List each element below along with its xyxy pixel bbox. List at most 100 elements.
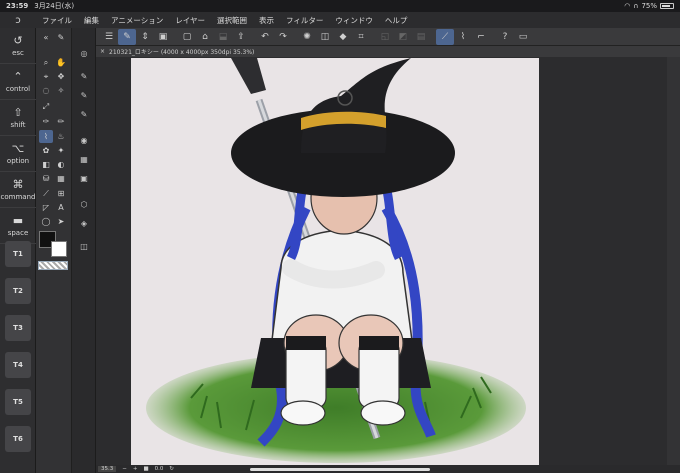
frame-border-icon[interactable]: ⊞: [54, 187, 68, 200]
rotate-icon[interactable]: ↻: [169, 466, 174, 472]
clear-icon[interactable]: ▤: [412, 29, 430, 45]
zoom-value[interactable]: 35.3: [98, 466, 117, 472]
home-indicator[interactable]: [250, 468, 430, 471]
t3-key[interactable]: T3: [5, 315, 31, 341]
t1-key[interactable]: T1: [5, 241, 31, 267]
close-icon[interactable]: ×: [100, 48, 105, 55]
navigator-icon[interactable]: ◫: [77, 240, 91, 253]
magic-wand-icon[interactable]: ✧: [54, 84, 68, 97]
stepper-icon[interactable]: ⇕: [136, 29, 154, 45]
decoration-icon[interactable]: ✿: [39, 144, 53, 157]
t5-key[interactable]: T5: [5, 389, 31, 415]
menu-layer[interactable]: レイヤー: [169, 15, 211, 26]
open-folder-icon[interactable]: ⌂: [196, 29, 214, 45]
layer-icon[interactable]: ◈: [77, 217, 91, 230]
eraser-icon[interactable]: ◧: [39, 158, 53, 171]
menu-help[interactable]: ヘルプ: [379, 15, 414, 26]
airbrush-icon[interactable]: ♨: [54, 130, 68, 143]
menu-filter[interactable]: フィルター: [280, 15, 329, 26]
document-tab[interactable]: × 210321_ロキシー (4000 x 4000px 350dpi 35.3…: [96, 46, 680, 57]
new-file-icon[interactable]: ▢: [178, 29, 196, 45]
ruler-snap-icon[interactable]: ⟋: [436, 28, 454, 45]
right-panel-strip[interactable]: [667, 57, 680, 467]
brush-snap-icon[interactable]: ⌇: [454, 29, 472, 45]
gradient-icon[interactable]: ▦: [54, 172, 68, 185]
selection-layer-icon[interactable]: ◩: [394, 29, 412, 45]
share-icon[interactable]: ⇪: [232, 29, 250, 45]
zoom-out-icon[interactable]: −: [122, 466, 127, 472]
t4-key[interactable]: T4: [5, 352, 31, 378]
esc-key[interactable]: ↺ esc: [0, 28, 36, 64]
hamburger-icon[interactable]: ☰: [100, 29, 118, 45]
tool-pen-edit-icon[interactable]: ✎: [54, 31, 68, 44]
menu-file[interactable]: ファイル: [36, 15, 78, 26]
edge-keyboard: ↺ esc ⌃ control ⇧ shift ⌥ option ⌘ command ▬ s…: [0, 28, 36, 473]
brush-size-icon[interactable]: ✎: [77, 89, 91, 102]
battery-fill: [662, 5, 670, 7]
control-icon: ⌃: [13, 70, 23, 83]
app-logo-icon[interactable]: ↄ: [0, 15, 36, 26]
correction-icon[interactable]: ➤: [54, 215, 68, 228]
magnifier-icon[interactable]: ⌕: [39, 56, 53, 69]
text-icon[interactable]: A: [54, 201, 68, 214]
space-bar-icon: ▬: [12, 214, 24, 227]
lasso-icon[interactable]: ◌: [39, 84, 53, 97]
artboard[interactable]: [131, 58, 539, 467]
t6-key[interactable]: T6: [5, 426, 31, 452]
spinner-icon[interactable]: ✺: [298, 29, 316, 45]
sparkle-icon[interactable]: ✦: [54, 144, 68, 157]
sub-color-swatch[interactable]: [51, 241, 67, 257]
move-icon[interactable]: ✥: [54, 70, 68, 83]
fit-icon[interactable]: ■: [143, 466, 148, 472]
menu-view[interactable]: 表示: [253, 15, 280, 26]
transform-icon[interactable]: ◫: [316, 29, 334, 45]
photo-icon[interactable]: ▣: [154, 29, 172, 45]
tool-settings-icon[interactable]: ✎: [77, 108, 91, 121]
undo-icon[interactable]: ↶: [256, 29, 274, 45]
sub-tool-icon[interactable]: ✎: [77, 70, 91, 83]
space-key[interactable]: ▬ space: [0, 208, 36, 244]
t2-key[interactable]: T2: [5, 278, 31, 304]
balloon-icon[interactable]: ◯: [39, 215, 53, 228]
color-set-icon[interactable]: ▦: [77, 153, 91, 166]
brush-icon[interactable]: ⌇: [39, 130, 53, 143]
ruler-icon[interactable]: ◸: [39, 201, 53, 214]
line-snap-icon[interactable]: ⌐: [472, 29, 490, 45]
battery-icon: [660, 3, 674, 9]
status-right: ◠ ∩ 75%: [624, 2, 674, 10]
settings-icon[interactable]: ▭: [514, 29, 532, 45]
fill-bucket-icon[interactable]: ⛁: [39, 172, 53, 185]
deselect-icon[interactable]: ◱: [376, 29, 394, 45]
layer-property-icon[interactable]: ⬡: [77, 198, 91, 211]
pen-tool-icon[interactable]: ✑: [39, 115, 53, 128]
clip-studio-window: 23:59 3月24日(水) ◠ ∩ 75% ↄ ファイル 編集 アニメーション…: [0, 0, 680, 473]
menu-animation[interactable]: アニメーション: [105, 15, 169, 26]
save-icon[interactable]: ⬓: [214, 29, 232, 45]
option-key[interactable]: ⌥ option: [0, 136, 36, 172]
command-key[interactable]: ⌘ command: [0, 172, 36, 208]
fill-icon[interactable]: ◆: [334, 29, 352, 45]
control-key[interactable]: ⌃ control: [0, 64, 36, 100]
tool-collapse-icon[interactable]: «: [39, 31, 53, 44]
menu-window[interactable]: ウィンドウ: [329, 15, 379, 26]
menu-edit[interactable]: 編集: [78, 15, 105, 26]
crop-icon[interactable]: ⌗: [352, 29, 370, 45]
blend-icon[interactable]: ◐: [54, 158, 68, 171]
object-select-icon[interactable]: ⌖: [39, 70, 53, 83]
eyedropper-icon[interactable]: ⤢: [39, 100, 53, 113]
figure-icon[interactable]: ⟋: [39, 187, 53, 200]
angle-value[interactable]: 0.0: [155, 466, 164, 472]
pen-icon[interactable]: ✎: [118, 28, 136, 45]
menu-selection[interactable]: 選択範囲: [211, 15, 253, 26]
color-wheel-icon[interactable]: ◉: [77, 134, 91, 147]
document-title: 210321_ロキシー (4000 x 4000px 350dpi 35.3%): [109, 49, 255, 56]
pencil-tool-icon[interactable]: ✏: [54, 115, 68, 128]
intermediate-color-icon[interactable]: ▣: [77, 172, 91, 185]
transparent-color-swatch[interactable]: [38, 261, 68, 270]
help-icon[interactable]: ?: [496, 29, 514, 45]
zoom-in-icon[interactable]: +: [133, 466, 138, 472]
hand-icon[interactable]: ✋: [54, 56, 68, 69]
shift-key[interactable]: ⇧ shift: [0, 100, 36, 136]
redo-icon[interactable]: ↷: [274, 29, 292, 45]
tool-property-icon[interactable]: ◎: [77, 47, 91, 60]
